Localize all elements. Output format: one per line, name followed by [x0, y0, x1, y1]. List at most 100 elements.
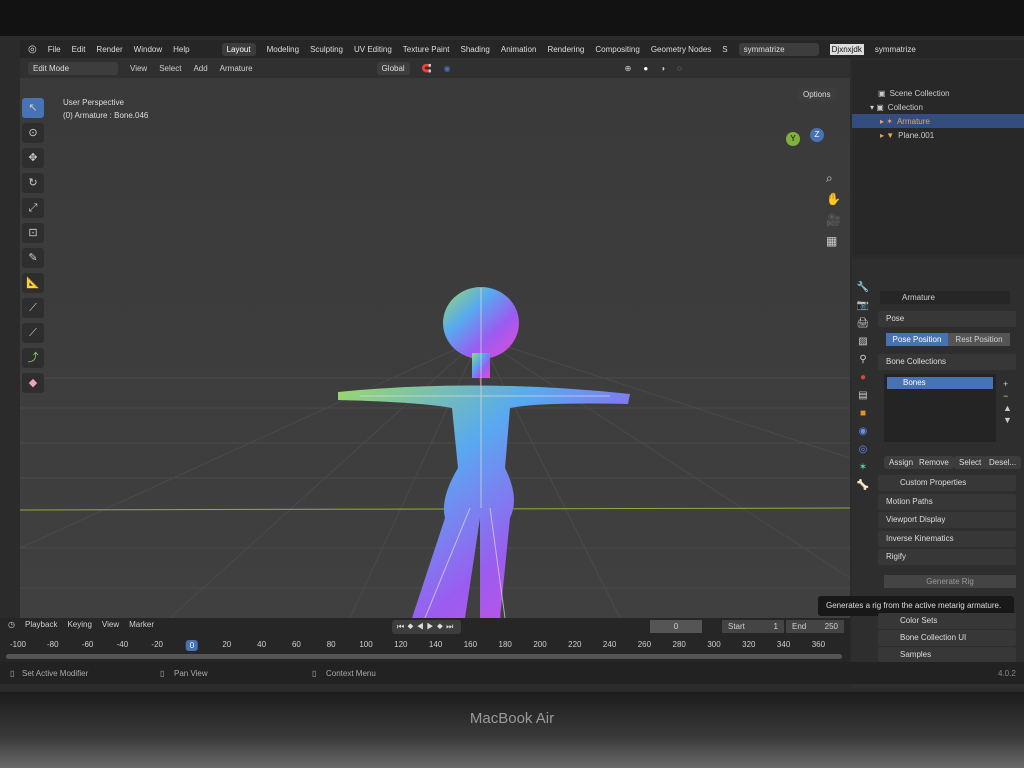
menu-playback[interactable]: Playback	[25, 620, 57, 629]
roll-tool-icon[interactable]: ◆	[22, 373, 44, 393]
playhead[interactable]: 0	[185, 640, 199, 651]
object-tab-icon[interactable]: ■	[860, 408, 866, 419]
tab-compositing[interactable]: Compositing	[595, 45, 639, 54]
menu-help[interactable]: Help	[173, 45, 189, 54]
collection-tab-icon[interactable]: ▤	[858, 390, 867, 401]
outliner-collection[interactable]: ▾ ▣ Collection	[852, 100, 1024, 114]
menu-view[interactable]: View	[130, 64, 147, 73]
move-tool-icon[interactable]: ✥	[22, 148, 44, 168]
mode-dropdown[interactable]: Edit Mode	[28, 61, 118, 75]
shading-wireframe-icon[interactable]: ⊕	[625, 64, 632, 73]
bone-collection-item[interactable]: Bones	[887, 377, 993, 389]
tab-shading[interactable]: Shading	[461, 45, 490, 54]
panel-rigify[interactable]: Rigify	[878, 549, 1016, 565]
assign-button[interactable]: Assign	[884, 456, 919, 469]
render-tab-icon[interactable]: 📷	[857, 300, 869, 311]
tab-scripting[interactable]: S	[722, 45, 727, 54]
tab-uv-editing[interactable]: UV Editing	[354, 45, 392, 54]
cursor-tool-icon[interactable]: ⊙	[22, 123, 44, 143]
panel-custom-properties[interactable]: Custom Properties	[878, 475, 1016, 491]
options-button[interactable]: Options	[798, 88, 836, 101]
rotate-tool-icon[interactable]: ↻	[22, 173, 44, 193]
view-layer-name[interactable]: symmatrize	[875, 45, 916, 54]
view-layer-field[interactable]: Djxnxjdk	[829, 43, 864, 55]
proportional-edit-icon[interactable]: ◉	[444, 64, 451, 73]
outliner-armature[interactable]: ▸ ✶ Armature	[852, 114, 1024, 128]
bone-envelope-tool-icon[interactable]: ⟋	[22, 323, 44, 343]
snap-icon[interactable]: 🧲	[422, 64, 432, 73]
scene-selector[interactable]: symmatrize	[738, 42, 819, 56]
object-name-field[interactable]: Armature	[880, 291, 1010, 304]
outliner-scene-collection[interactable]: ▣ Scene Collection	[852, 86, 1024, 100]
shading-rendered-icon[interactable]: ◌	[677, 64, 682, 73]
gizmo-y[interactable]: Y	[786, 132, 800, 146]
armature-data-tab-icon[interactable]: ✶	[859, 462, 867, 473]
shading-material-icon[interactable]: ◑	[660, 64, 665, 73]
pan-hand-icon[interactable]: ✋	[826, 189, 841, 210]
tool-tab-icon[interactable]: 🔧	[857, 282, 869, 293]
menu-add[interactable]: Add	[193, 64, 207, 73]
grid-icon[interactable]: ▦	[826, 231, 841, 252]
panel-viewport-display[interactable]: Viewport Display	[878, 512, 1016, 528]
annotate-tool-icon[interactable]: ✎	[22, 248, 44, 268]
gizmo-z[interactable]: Z	[810, 128, 824, 142]
panel-color-sets[interactable]: Color Sets	[878, 613, 1016, 629]
remove-icon[interactable]: −	[1003, 390, 1012, 402]
constraints-tab-icon[interactable]: ◎	[859, 444, 868, 455]
blender-logo-icon[interactable]: ◎	[28, 44, 37, 55]
timeline-ruler[interactable]: -100 -80 -60 -40 -20 0 20 40 60 80 100 120 140 160 180…	[0, 638, 850, 652]
bone-tab-icon[interactable]: 🦴	[857, 480, 869, 491]
transform-tool-icon[interactable]: ⊡	[22, 223, 44, 243]
panel-bone-collection-ui[interactable]: Bone Collection UI	[878, 630, 1016, 646]
end-frame-field[interactable]: End 250	[786, 620, 844, 633]
timeline-scrollbar[interactable]	[6, 654, 842, 659]
tab-sculpting[interactable]: Sculpting	[310, 45, 343, 54]
panel-inverse-kinematics[interactable]: Inverse Kinematics	[878, 531, 1016, 547]
start-frame-field[interactable]: Start 1	[722, 620, 784, 633]
measure-tool-icon[interactable]: 📐	[22, 273, 44, 293]
menu-edit[interactable]: Edit	[72, 45, 86, 54]
pose-position-button[interactable]: Pose Position	[886, 333, 948, 346]
menu-armature[interactable]: Armature	[220, 64, 253, 73]
deselect-button[interactable]: Desel...	[984, 456, 1022, 469]
menu-render[interactable]: Render	[96, 45, 122, 54]
transform-orientation-dropdown[interactable]: Global	[376, 61, 410, 75]
panel-bone-collections[interactable]: Bone Collections	[878, 354, 1016, 370]
zoom-icon[interactable]: ⌕	[826, 168, 841, 189]
menu-view[interactable]: View	[102, 620, 119, 629]
outliner-plane[interactable]: ▸ ▼ Plane.001	[852, 128, 1024, 142]
remove-button[interactable]: Remove	[914, 456, 954, 469]
rest-position-button[interactable]: Rest Position	[948, 333, 1010, 346]
menu-file[interactable]: File	[48, 45, 61, 54]
physics-tab-icon[interactable]: ◉	[859, 426, 868, 437]
menu-keying[interactable]: Keying	[67, 620, 91, 629]
generate-rig-button[interactable]: Generate Rig	[884, 575, 1016, 588]
panel-pose[interactable]: Pose	[878, 311, 1016, 327]
editor-type-icon[interactable]: ◷	[8, 620, 15, 629]
menu-select[interactable]: Select	[159, 64, 181, 73]
camera-icon[interactable]: 🎥	[826, 210, 841, 231]
output-tab-icon[interactable]: 🖨	[857, 318, 870, 329]
move-up-icon[interactable]: ▲	[1003, 402, 1012, 414]
panel-samples[interactable]: Samples	[878, 647, 1016, 663]
extrude-tool-icon[interactable]: ⤴	[22, 348, 44, 368]
tab-layout[interactable]: Layout	[221, 42, 256, 56]
scene-tab-icon[interactable]: ⚲	[859, 354, 866, 365]
move-down-icon[interactable]: ▼	[1003, 414, 1012, 426]
bone-collection-list[interactable]: Bones	[884, 374, 996, 442]
view-layer-tab-icon[interactable]: ▨	[858, 336, 867, 347]
3d-viewport[interactable]: User Perspective (0) Armature : Bone.046…	[20, 78, 850, 618]
tab-geometry-nodes[interactable]: Geometry Nodes	[651, 45, 711, 54]
tab-modeling[interactable]: Modeling	[267, 45, 299, 54]
world-tab-icon[interactable]: ●	[860, 372, 866, 383]
menu-window[interactable]: Window	[134, 45, 162, 54]
select-tool-icon[interactable]: ↖	[22, 98, 44, 118]
bone-size-tool-icon[interactable]: ⟋	[22, 298, 44, 318]
menu-marker[interactable]: Marker	[129, 620, 154, 629]
playback-controls[interactable]: ⏮◆◀▶◆⏭	[392, 620, 462, 634]
tab-texture-paint[interactable]: Texture Paint	[403, 45, 450, 54]
tab-rendering[interactable]: Rendering	[547, 45, 584, 54]
shading-solid-icon[interactable]: ●	[643, 64, 648, 73]
add-icon[interactable]: +	[1003, 378, 1012, 390]
current-frame-field[interactable]: 0	[650, 620, 702, 633]
